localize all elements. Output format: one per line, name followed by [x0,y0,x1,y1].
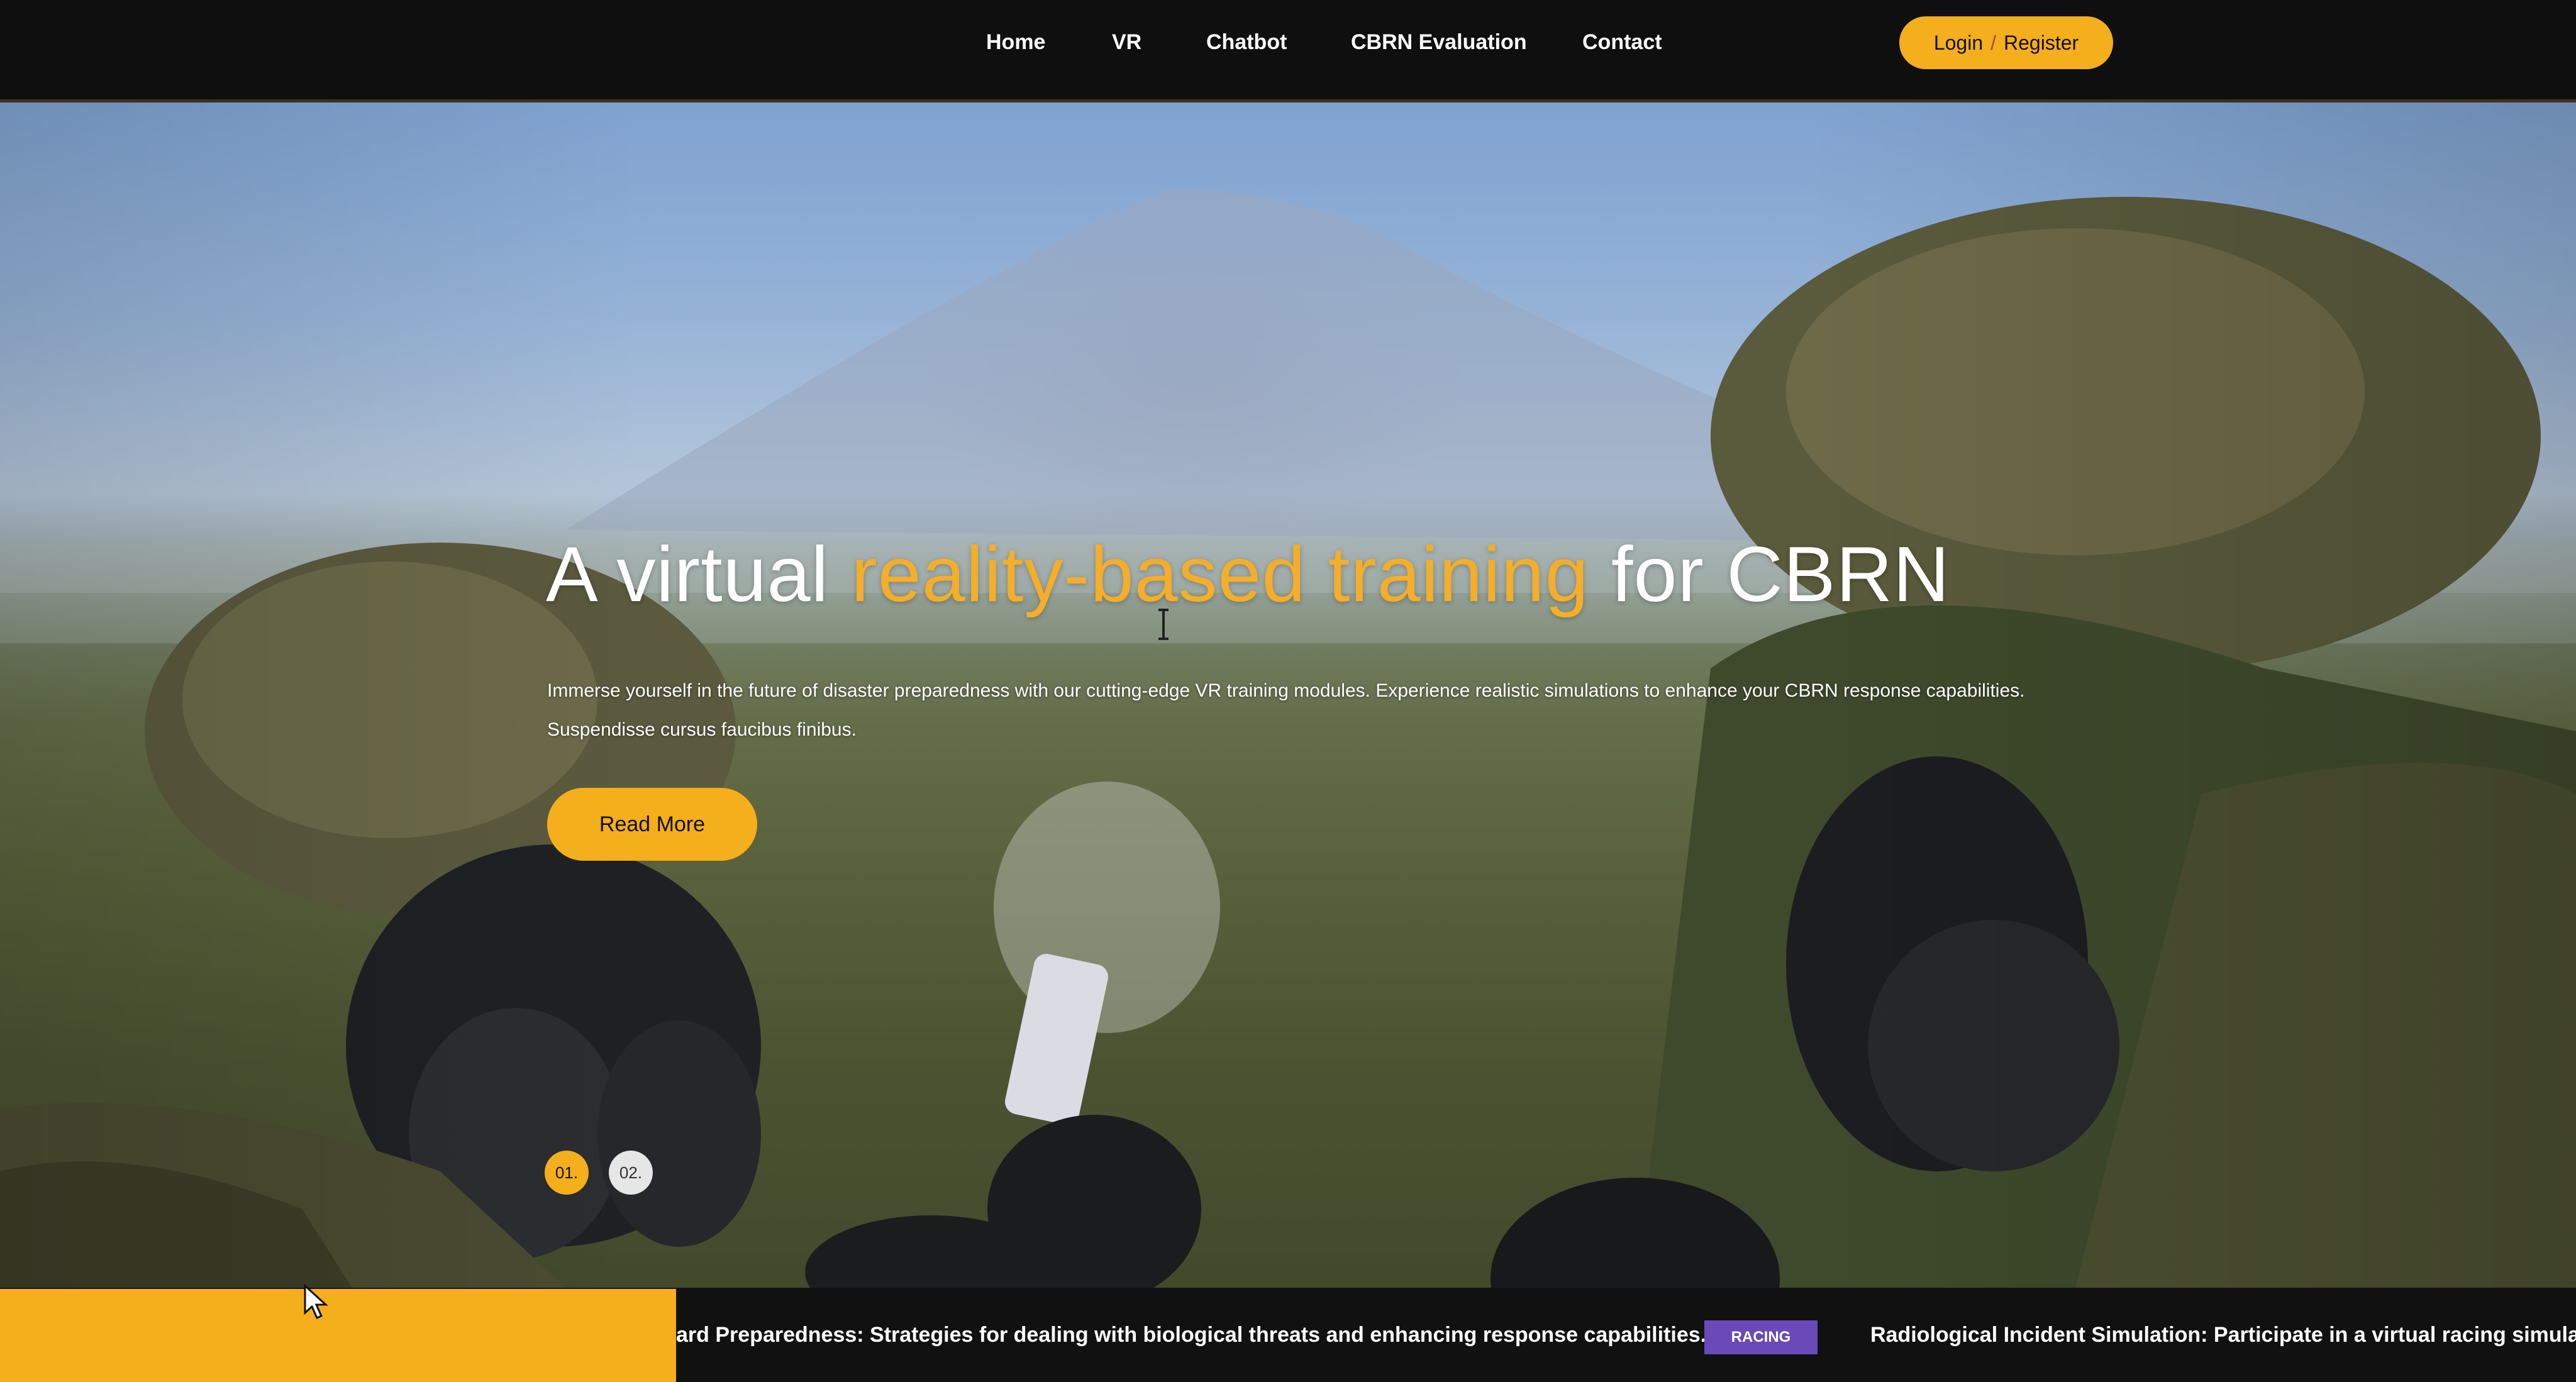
ticker-item-2[interactable]: Radiological Incident Simulation: Partic… [1870,1323,2576,1347]
login-label[interactable]: Login [1934,31,1983,55]
top-navbar: Home VR Chatbot CBRN Evaluation Contact … [0,0,2576,102]
slide-indicator-2[interactable]: 02. [609,1151,653,1195]
nav-cbrn-evaluation-link[interactable]: CBRN Evaluation [1351,30,1527,55]
nav-home-link[interactable]: Home [986,30,1045,55]
hero-description: Immerse yourself in the future of disast… [547,680,2025,740]
nav-contact-link[interactable]: Contact [1582,30,1662,55]
hero-title-accent: reality-based training [851,531,1589,618]
login-register-button[interactable]: Login / Register [1899,16,2113,69]
register-label[interactable]: Register [2004,31,2079,55]
hero-slider: A virtual reality-based training for CBR… [0,102,2576,1288]
ticker-highlight-block [0,1289,676,1382]
news-ticker: ard Preparedness: Strategies for dealing… [0,1288,2576,1382]
nav-vr-link[interactable]: VR [1112,30,1141,55]
slide-indicator-1[interactable]: 01. [545,1151,589,1195]
ticker-tag-badge: RACING [1704,1320,1818,1354]
mouse-pointer-icon [304,1284,328,1319]
nav-chatbot-link[interactable]: Chatbot [1206,30,1287,55]
main-nav: Home VR Chatbot CBRN Evaluation Contact [0,0,2576,89]
read-more-button[interactable]: Read More [547,788,757,861]
hero-title-end: for CBRN [1589,531,1950,618]
hero-title: A virtual reality-based training for CBR… [546,530,1950,619]
auth-separator: / [1990,31,1997,54]
hero-title-start: A virtual [546,531,852,618]
ticker-item-1[interactable]: ard Preparedness: Strategies for dealing… [676,1323,1706,1347]
text-cursor-icon [1158,609,1169,640]
